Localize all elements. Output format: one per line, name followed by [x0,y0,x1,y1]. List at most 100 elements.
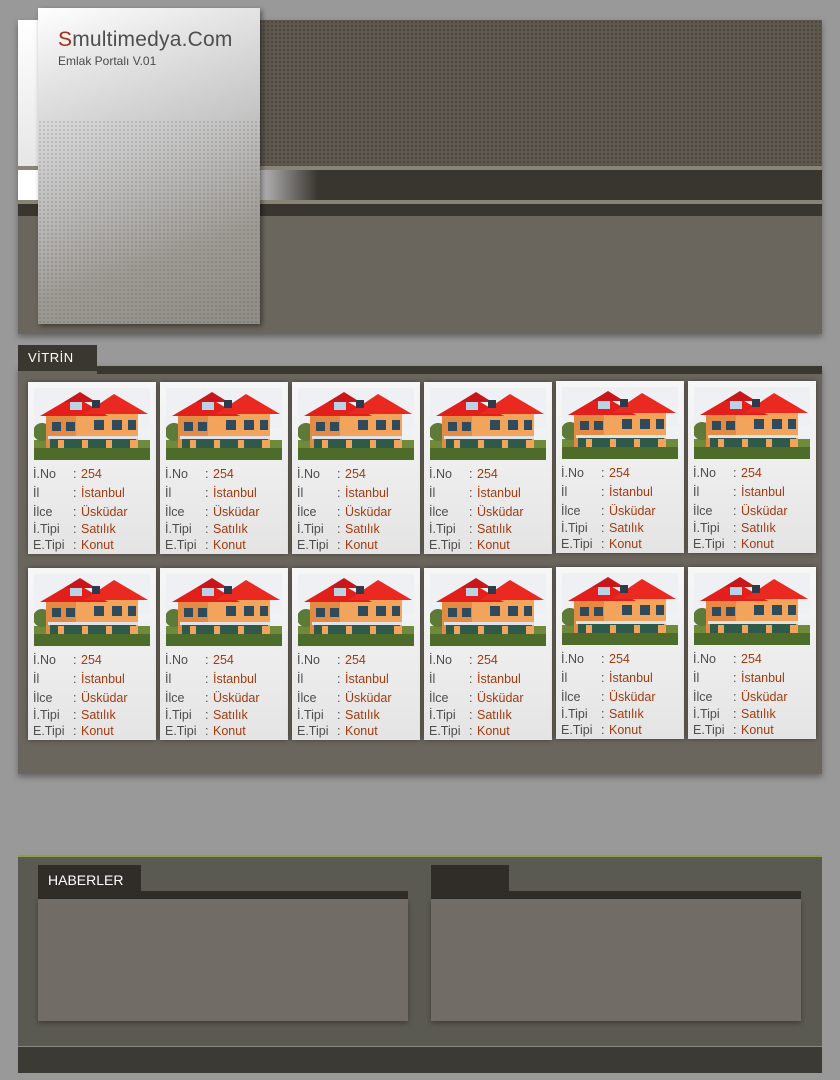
listing-field-value: Konut [741,723,774,737]
listing-card[interactable]: İ.No:254 İl: İstanbul İlce: Üsküdar İ.Tipi: Sa… [556,567,684,739]
listing-photo[interactable] [166,574,282,646]
listing-field-separator: : [205,653,209,667]
listing-field-value: Üsküdar [345,505,392,519]
listing-card[interactable]: İ.No:254 İl: İstanbul İlce: Üsküdar İ.Tipi: Sa… [424,382,552,554]
listing-field-label: İl [693,485,700,499]
listing-card[interactable]: İ.No:254 İl: İstanbul İlce: Üsküdar İ.Tipi: Sa… [424,568,552,740]
listing-field-value: Üsküdar [477,691,524,705]
listing-field-separator: : [205,672,209,686]
listing-field-separator: : [337,538,341,552]
listing-field-label: İlce [693,504,713,518]
listing-card[interactable]: İ.No:254 İl: İstanbul İlce: Üsküdar İ.Tipi: Sa… [160,568,288,740]
logo-panel-texture [38,120,260,324]
listing-field-value: Satılık [477,708,512,722]
listing-card[interactable]: İ.No:254 İl: İstanbul İlce: Üsküdar İ.Tipi: Sa… [28,382,156,554]
listing-field-label: İl [429,486,436,500]
listing-field-value: Konut [213,724,246,738]
listing-field-value: Konut [81,538,114,552]
listing-field-separator: : [205,467,209,481]
listing-photo[interactable] [694,573,810,645]
listing-field-separator: : [601,652,605,666]
listing-field-separator: : [337,708,341,722]
listing-field-separator: : [205,691,209,705]
listing-field-separator: : [601,521,605,535]
listing-field-value: Konut [741,537,774,551]
house-photo-icon [34,574,150,646]
listing-field-label: İl [693,671,700,685]
listing-field-value: İstanbul [81,672,125,686]
site-title-rest: multimedya.Com [72,28,233,51]
listing-field-separator: : [601,504,605,518]
listing-field-row: İ.No:254 [165,467,234,481]
house-photo-icon [430,388,546,460]
listing-field-label: İlce [561,504,581,518]
listing-field-separator: : [73,708,77,722]
listing-card[interactable]: İ.No:254 İl: İstanbul İlce: Üsküdar İ.Tipi: Sa… [556,381,684,553]
listing-field-value: Üsküdar [345,691,392,705]
listing-photo[interactable] [298,388,414,460]
listing-field-row: İ.No:254 [297,653,366,667]
listing-photo[interactable] [430,388,546,460]
listing-field-label: İ.No [429,653,452,667]
listing-photo[interactable] [694,387,810,459]
listing-field-row: İ.No:254 [693,466,762,480]
listing-field-separator: : [337,724,341,738]
listing-card[interactable]: İ.No:254 İl: İstanbul İlce: Üsküdar İ.Tipi: Sa… [688,381,816,553]
listing-field-label: İl [429,672,436,686]
listing-field-separator: : [205,538,209,552]
listing-field-value: 254 [213,653,234,667]
listing-field-label: İlce [297,505,317,519]
listing-photo[interactable] [430,574,546,646]
listing-photo[interactable] [34,388,150,460]
listing-field-separator: : [601,485,605,499]
listing-field-value: Satılık [609,521,644,535]
listing-card[interactable]: İ.No:254 İl: İstanbul İlce: Üsküdar İ.Tipi: Sa… [28,568,156,740]
listing-card[interactable]: İ.No:254 İl: İstanbul İlce: Üsküdar İ.Tipi: Sa… [292,568,420,740]
listing-field-row: İl: İstanbul [165,486,257,500]
listing-photo[interactable] [562,387,678,459]
listing-field-value: İstanbul [741,671,785,685]
listing-field-value: Satılık [345,522,380,536]
listing-field-value: Üsküdar [741,690,788,704]
listing-card[interactable]: İ.No:254 İl: İstanbul İlce: Üsküdar İ.Tipi: Sa… [688,567,816,739]
listing-field-label: İlce [165,691,185,705]
listing-field-label: İ.Tipi [561,521,588,535]
listing-field-separator: : [337,505,341,519]
listing-field-row: İ.Tipi: Satılık [429,708,512,722]
listing-field-value: 254 [741,466,762,480]
listing-field-value: İstanbul [213,486,257,500]
listing-field-label: İl [165,672,172,686]
listing-field-row: İ.Tipi: Satılık [297,522,380,536]
site-title[interactable]: Smultimedya.Com [58,28,233,52]
listing-field-value: İstanbul [345,486,389,500]
listing-field-row: İ.Tipi: Satılık [165,522,248,536]
listing-field-value: Üsküdar [609,690,656,704]
listing-field-separator: : [469,691,473,705]
listing-field-row: İlce: Üsküdar [561,690,656,704]
listing-field-label: İ.Tipi [33,708,60,722]
listing-field-label: İ.No [33,467,56,481]
listing-photo[interactable] [34,574,150,646]
listing-photo[interactable] [562,573,678,645]
listing-field-value: İstanbul [609,485,653,499]
listing-field-row: İ.Tipi: Satılık [297,708,380,722]
listing-field-value: Konut [609,723,642,737]
listing-field-row: İlce: Üsküdar [165,505,260,519]
listing-card[interactable]: İ.No:254 İl: İstanbul İlce: Üsküdar İ.Tipi: Sa… [160,382,288,554]
listing-field-label: İ.No [693,652,716,666]
right-panel [431,899,801,1021]
listing-field-separator: : [469,486,473,500]
right-panel-tab [431,865,509,893]
listing-field-label: İl [297,486,304,500]
listing-field-value: 254 [213,467,234,481]
listing-photo[interactable] [298,574,414,646]
listing-photo[interactable] [166,388,282,460]
listing-field-row: İ.Tipi: Satılık [693,521,776,535]
listing-field-label: E.Tipi [165,538,197,552]
listing-card[interactable]: İ.No:254 İl: İstanbul İlce: Üsküdar İ.Tipi: Sa… [292,382,420,554]
listing-field-label: E.Tipi [561,537,593,551]
listing-field-value: Satılık [81,522,116,536]
listing-field-label: İl [297,672,304,686]
listing-field-separator: : [733,690,737,704]
listing-field-row: İl: İstanbul [561,485,653,499]
